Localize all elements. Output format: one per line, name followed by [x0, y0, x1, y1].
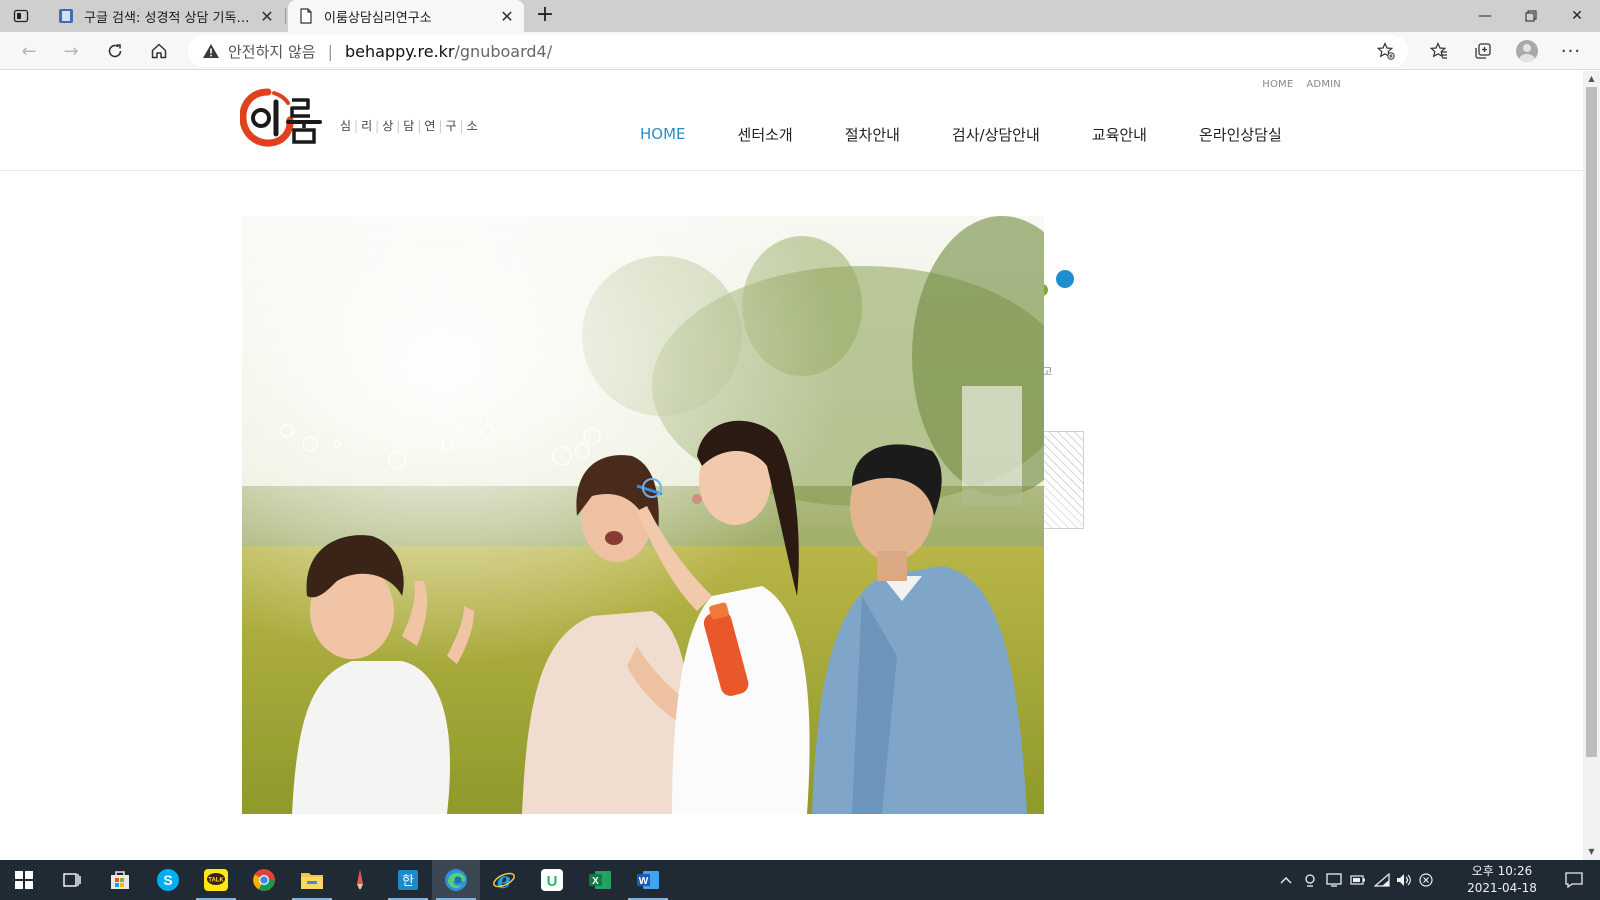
- address-bar[interactable]: 안전하지 않음 | behappy.re.kr/gnuboard4/: [188, 35, 1408, 67]
- url-path: /gnuboard4/: [454, 41, 553, 61]
- svg-text:한: 한: [402, 874, 414, 889]
- skype-icon[interactable]: S: [144, 860, 192, 900]
- page-viewport: HOME ADMIN 심 | 리 | 상 | 담 | 연 | 구 | 소 HOME 센터소개: [0, 71, 1583, 860]
- tab-title: 구글 검색: 성경적 상담 기독교 상담: [84, 10, 258, 26]
- tab-title: 이룸상담심리연구소: [324, 10, 432, 26]
- internet-explorer-icon[interactable]: e: [480, 860, 528, 900]
- clock-date: 2021-04-18: [1467, 881, 1537, 895]
- collections-icon[interactable]: [1468, 36, 1498, 66]
- page-scrollbar[interactable]: ▲ ▼: [1583, 71, 1600, 860]
- svg-text:U: U: [547, 873, 558, 890]
- favorites-icon[interactable]: [1424, 36, 1454, 66]
- nav-item-education[interactable]: 교육안내: [1092, 124, 1147, 145]
- decorative-hatched-box: [1044, 431, 1084, 529]
- nav-item-online-counseling[interactable]: 온라인상담실: [1199, 124, 1282, 145]
- back-arrow-icon[interactable]: ←: [14, 36, 44, 66]
- add-favorite-icon[interactable]: [1376, 41, 1396, 61]
- page-icon: [298, 8, 314, 24]
- logo-mark: [239, 88, 326, 148]
- unote-app-icon[interactable]: U: [528, 860, 576, 900]
- main-nav: HOME 센터소개 절차안내 검사/상담안내 교육안내 온라인상담실: [640, 119, 1334, 149]
- browser-tab-strip: 구글 검색: 성경적 상담 기독교 상담 ✕ 이룸상담심리연구소 ✕ + — ✕: [0, 0, 1600, 32]
- profile-avatar[interactable]: [1512, 36, 1542, 66]
- url-host: behappy.re.kr: [344, 41, 455, 61]
- header-divider: [0, 170, 1583, 171]
- task-view-icon[interactable]: [48, 860, 96, 900]
- svg-text:X: X: [592, 876, 599, 887]
- kakaotalk-icon[interactable]: TALK: [192, 860, 240, 900]
- minimize-icon[interactable]: —: [1462, 0, 1508, 32]
- close-tab-icon[interactable]: ✕: [498, 7, 516, 26]
- util-nav-admin[interactable]: ADMIN: [1306, 79, 1341, 90]
- close-window-icon[interactable]: ✕: [1554, 0, 1600, 32]
- url-divider: |: [327, 41, 333, 61]
- taskbar-clock[interactable]: 오후 10:26 2021-04-18: [1462, 863, 1542, 897]
- clock-time: 오후 10:26: [1471, 864, 1533, 878]
- nav-item-home[interactable]: HOME: [640, 125, 686, 143]
- browser-tab-active[interactable]: 이룸상담심리연구소 ✕: [288, 0, 524, 32]
- scroll-thumb[interactable]: [1586, 87, 1597, 757]
- more-options-icon[interactable]: ···: [1556, 36, 1586, 66]
- refresh-icon[interactable]: [100, 36, 130, 66]
- pencil-app-icon[interactable]: [336, 860, 384, 900]
- ime-status-icon[interactable]: [1416, 870, 1436, 890]
- hangul-word-processor-icon[interactable]: 한: [384, 860, 432, 900]
- utility-nav: HOME ADMIN: [1262, 79, 1341, 90]
- windows-taskbar: S TALK 한 e U X W 오후 10:26 2021-04-18: [0, 860, 1600, 900]
- svg-text:W: W: [639, 876, 649, 887]
- edge-browser-icon[interactable]: [432, 860, 480, 900]
- close-tab-icon[interactable]: ✕: [258, 7, 276, 26]
- volume-icon[interactable]: [1394, 870, 1414, 890]
- home-icon[interactable]: [144, 36, 174, 66]
- new-tab-button[interactable]: +: [533, 4, 557, 28]
- webcam-icon[interactable]: [1300, 870, 1320, 890]
- start-button-icon[interactable]: [0, 860, 48, 900]
- site-logo[interactable]: 심 | 리 | 상 | 담 | 연 | 구 | 소: [239, 88, 478, 148]
- hero-image: [242, 216, 1044, 814]
- word-icon[interactable]: W: [624, 860, 672, 900]
- partial-text: 고: [1043, 367, 1053, 378]
- browser-tab-google-search[interactable]: 구글 검색: 성경적 상담 기독교 상담 ✕: [48, 0, 284, 32]
- wifi-icon[interactable]: [1372, 870, 1392, 890]
- chevron-up-icon[interactable]: [1276, 870, 1296, 890]
- notification-center-icon[interactable]: [1562, 870, 1586, 890]
- nav-item-test-counseling[interactable]: 검사/상담안내: [952, 124, 1040, 145]
- nav-item-center-intro[interactable]: 센터소개: [738, 124, 793, 145]
- svg-text:TALK: TALK: [208, 878, 224, 884]
- chrome-icon[interactable]: [240, 860, 288, 900]
- util-nav-home[interactable]: HOME: [1262, 79, 1293, 90]
- svg-text:S: S: [163, 872, 172, 888]
- logo-subtitle: 심 | 리 | 상 | 담 | 연 | 구 | 소: [340, 118, 479, 133]
- restore-icon[interactable]: [1508, 0, 1554, 32]
- scroll-up-arrow-icon[interactable]: ▲: [1587, 74, 1596, 84]
- forward-arrow-icon[interactable]: →: [56, 36, 86, 66]
- tab-favicon-icon: [58, 8, 74, 24]
- warning-icon[interactable]: [202, 42, 220, 60]
- store-icon[interactable]: [96, 860, 144, 900]
- security-status-text: 안전하지 않음: [228, 42, 316, 61]
- decorative-dot: [1056, 270, 1074, 288]
- browser-toolbar: ← → 안전하지 않음 | behappy.re.kr/gnuboard4/ ·…: [0, 32, 1600, 70]
- nav-item-procedure[interactable]: 절차안내: [845, 124, 900, 145]
- display-settings-icon[interactable]: [1324, 870, 1344, 890]
- scroll-down-arrow-icon[interactable]: ▼: [1587, 847, 1596, 857]
- battery-icon[interactable]: [1348, 870, 1368, 890]
- excel-icon[interactable]: X: [576, 860, 624, 900]
- svg-text:e: e: [497, 868, 511, 892]
- tab-divider: [285, 8, 286, 24]
- file-explorer-icon[interactable]: [288, 860, 336, 900]
- tab-actions-icon[interactable]: [10, 6, 32, 26]
